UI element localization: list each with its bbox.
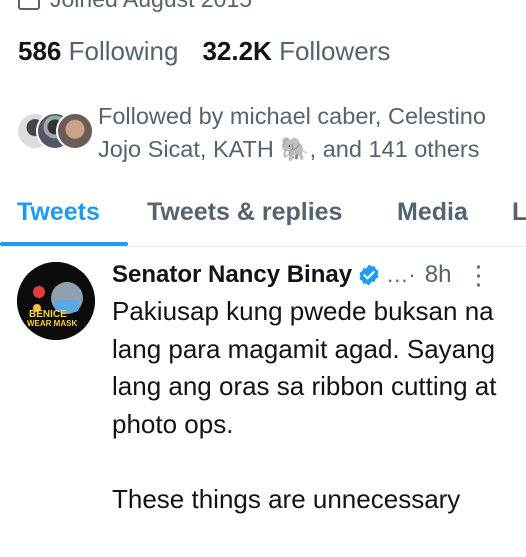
tweet-time[interactable]: 8h — [425, 261, 452, 289]
avatar-text-2: WEAR MASK — [27, 319, 77, 328]
following-link[interactable]: 586 Following — [18, 36, 178, 67]
followers-count: 32.2K — [202, 36, 272, 66]
joined-text: Joined August 2015 — [50, 0, 252, 13]
avatar — [56, 112, 94, 150]
tweet-handle: ...· — [387, 262, 417, 287]
follow-stats: 586 Following 32.2K Followers — [18, 36, 390, 67]
tab-likes[interactable]: L — [512, 198, 526, 227]
followed-by-text: Followed by michael caber, Celestino Joj… — [98, 103, 486, 162]
follower-avatars — [16, 112, 96, 152]
following-count: 586 — [18, 36, 62, 66]
followers-link[interactable]: 32.2K Followers — [202, 36, 390, 67]
tab-tweets-replies[interactable]: Tweets & replies — [147, 198, 342, 227]
tweet-paragraph: Pakiusap kung pwede buksan na lang para … — [112, 296, 497, 439]
profile-tabs: Tweets Tweets & replies Media L — [0, 188, 526, 247]
tab-tweets[interactable]: Tweets — [17, 198, 100, 227]
following-label: Following — [68, 36, 179, 66]
followers-label: Followers — [279, 36, 391, 66]
joined-date: Joined August 2015 — [18, 0, 252, 13]
tweet-header: Senator Nancy Binay ...· 8h ⋮ — [112, 261, 491, 289]
tweet-avatar[interactable]: BENICE WEAR MASK — [17, 262, 95, 340]
followed-by[interactable]: Followed by michael caber, Celestino Joj… — [16, 100, 518, 166]
tweet-author[interactable]: Senator Nancy Binay — [112, 261, 352, 289]
active-tab-indicator — [0, 242, 128, 246]
tweet-text: Pakiusap kung pwede buksan na lang para … — [112, 293, 512, 557]
more-icon[interactable]: ⋮ — [465, 262, 491, 288]
tab-media[interactable]: Media — [397, 198, 468, 227]
calendar-icon — [18, 0, 40, 10]
verified-badge-icon — [359, 264, 379, 286]
tweet[interactable]: BENICE WEAR MASK Senator Nancy Binay ...… — [0, 247, 526, 514]
